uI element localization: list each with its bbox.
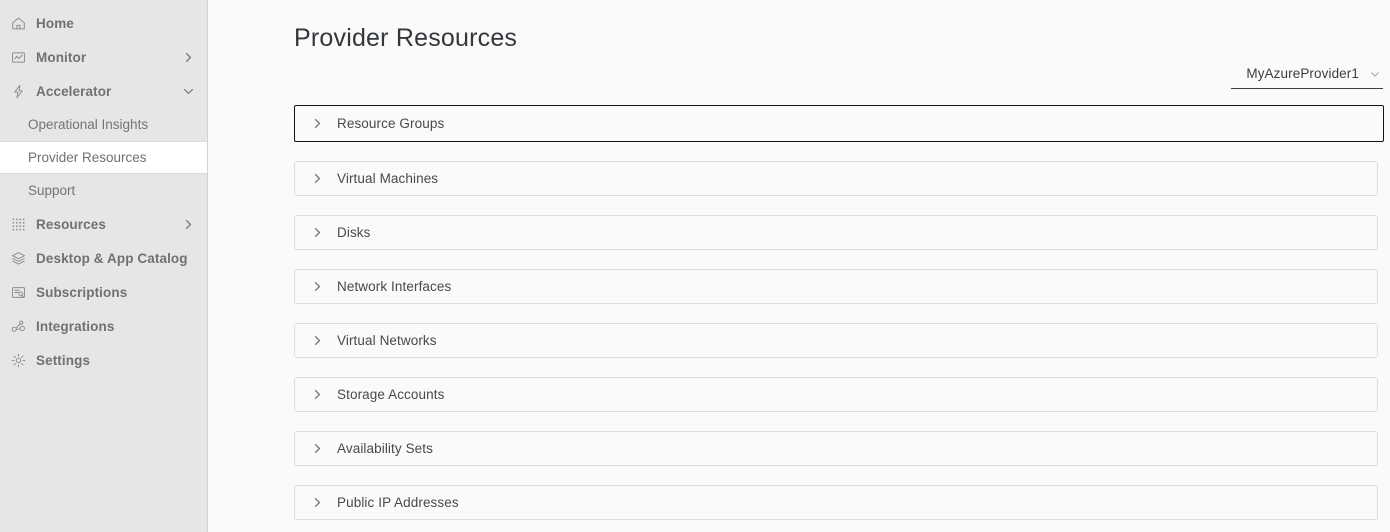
sidebar-item-label: Resources (36, 216, 106, 232)
caret-placeholder (181, 319, 195, 333)
sidebar-item-integrations[interactable]: Integrations (0, 309, 207, 343)
accordion-row-label: Network Interfaces (337, 279, 452, 294)
accordion-row-label: Resource Groups (337, 116, 445, 131)
chevron-right-icon[interactable] (309, 333, 325, 349)
app-root: Home Monitor Accelerator Operational Insigh… (0, 0, 1390, 532)
sidebar-subitem-operational-insights[interactable]: Operational Insights (0, 108, 207, 141)
caret-placeholder (188, 251, 202, 265)
sidebar-item-desktop-and-app-catalog[interactable]: Desktop & App Catalog (0, 241, 207, 275)
layers-icon (10, 250, 27, 267)
accordion-row-disks[interactable]: Disks (294, 215, 1378, 250)
sidebar-item-label: Subscriptions (36, 284, 128, 300)
chevron-down-icon (1369, 68, 1381, 83)
chevron-right-icon[interactable] (309, 387, 325, 403)
monitor-chart-icon (10, 49, 27, 66)
chevron-right-icon[interactable] (309, 441, 325, 457)
main-content: Provider Resources MyAzureProvider1 Reso… (208, 0, 1390, 532)
sidebar: Home Monitor Accelerator Operational Insigh… (0, 0, 208, 532)
provider-dropdown-value: MyAzureProvider1 (1246, 66, 1359, 81)
nodes-icon (10, 318, 27, 335)
provider-dropdown[interactable]: MyAzureProvider1 (1231, 62, 1383, 89)
accordion-row-virtual-machines[interactable]: Virtual Machines (294, 161, 1378, 196)
accordion-row-virtual-networks[interactable]: Virtual Networks (294, 323, 1378, 358)
accordion-row-public-ip-addresses[interactable]: Public IP Addresses (294, 485, 1378, 520)
sidebar-item-label: Desktop & App Catalog (36, 250, 188, 266)
caret-placeholder (181, 16, 195, 30)
sidebar-item-accelerator[interactable]: Accelerator (0, 74, 207, 108)
accordion-row-label: Virtual Networks (337, 333, 437, 348)
accordion-row-availability-sets[interactable]: Availability Sets (294, 431, 1378, 466)
chevron-right-icon[interactable] (309, 495, 325, 511)
sidebar-item-label: Settings (36, 352, 91, 368)
sidebar-subitem-label: Provider Resources (28, 150, 147, 165)
page-title: Provider Resources (294, 24, 518, 52)
accordion-row-label: Availability Sets (337, 441, 433, 456)
document-search-icon (10, 284, 27, 301)
chevron-right-icon (181, 217, 195, 231)
accordion-row-resource-groups[interactable]: Resource Groups (294, 105, 1384, 142)
home-icon (10, 15, 27, 32)
chevron-right-icon (181, 50, 195, 64)
chevron-right-icon[interactable] (309, 171, 325, 187)
gear-icon (10, 352, 27, 369)
sidebar-item-settings[interactable]: Settings (0, 343, 207, 377)
lightning-bolt-icon (10, 83, 27, 100)
grid-dots-icon (10, 216, 27, 233)
accordion-row-label: Virtual Machines (337, 171, 439, 186)
sidebar-item-monitor[interactable]: Monitor (0, 40, 207, 74)
caret-placeholder (181, 353, 195, 367)
sidebar-item-label: Monitor (36, 49, 87, 65)
resource-accordion: Resource Groups Virtual Machines Disks Netw… (294, 105, 1384, 532)
accordion-row-network-interfaces[interactable]: Network Interfaces (294, 269, 1378, 304)
sidebar-item-label: Accelerator (36, 83, 112, 99)
chevron-right-icon[interactable] (309, 225, 325, 241)
accordion-row-storage-accounts[interactable]: Storage Accounts (294, 377, 1378, 412)
sidebar-subitem-support[interactable]: Support (0, 174, 207, 207)
sidebar-item-label: Home (36, 15, 74, 31)
caret-placeholder (181, 285, 195, 299)
sidebar-subitem-provider-resources[interactable]: Provider Resources (0, 141, 207, 174)
accordion-row-label: Public IP Addresses (337, 495, 459, 510)
sidebar-item-home[interactable]: Home (0, 6, 207, 40)
chevron-down-icon (181, 84, 195, 98)
chevron-right-icon[interactable] (309, 279, 325, 295)
sidebar-item-subscriptions[interactable]: Subscriptions (0, 275, 207, 309)
chevron-right-icon[interactable] (309, 116, 325, 132)
sidebar-subitem-label: Support (28, 183, 76, 198)
sidebar-item-resources[interactable]: Resources (0, 207, 207, 241)
accordion-row-label: Disks (337, 225, 371, 240)
accordion-row-label: Storage Accounts (337, 387, 445, 402)
sidebar-subitem-label: Operational Insights (28, 117, 149, 132)
sidebar-item-label: Integrations (36, 318, 115, 334)
